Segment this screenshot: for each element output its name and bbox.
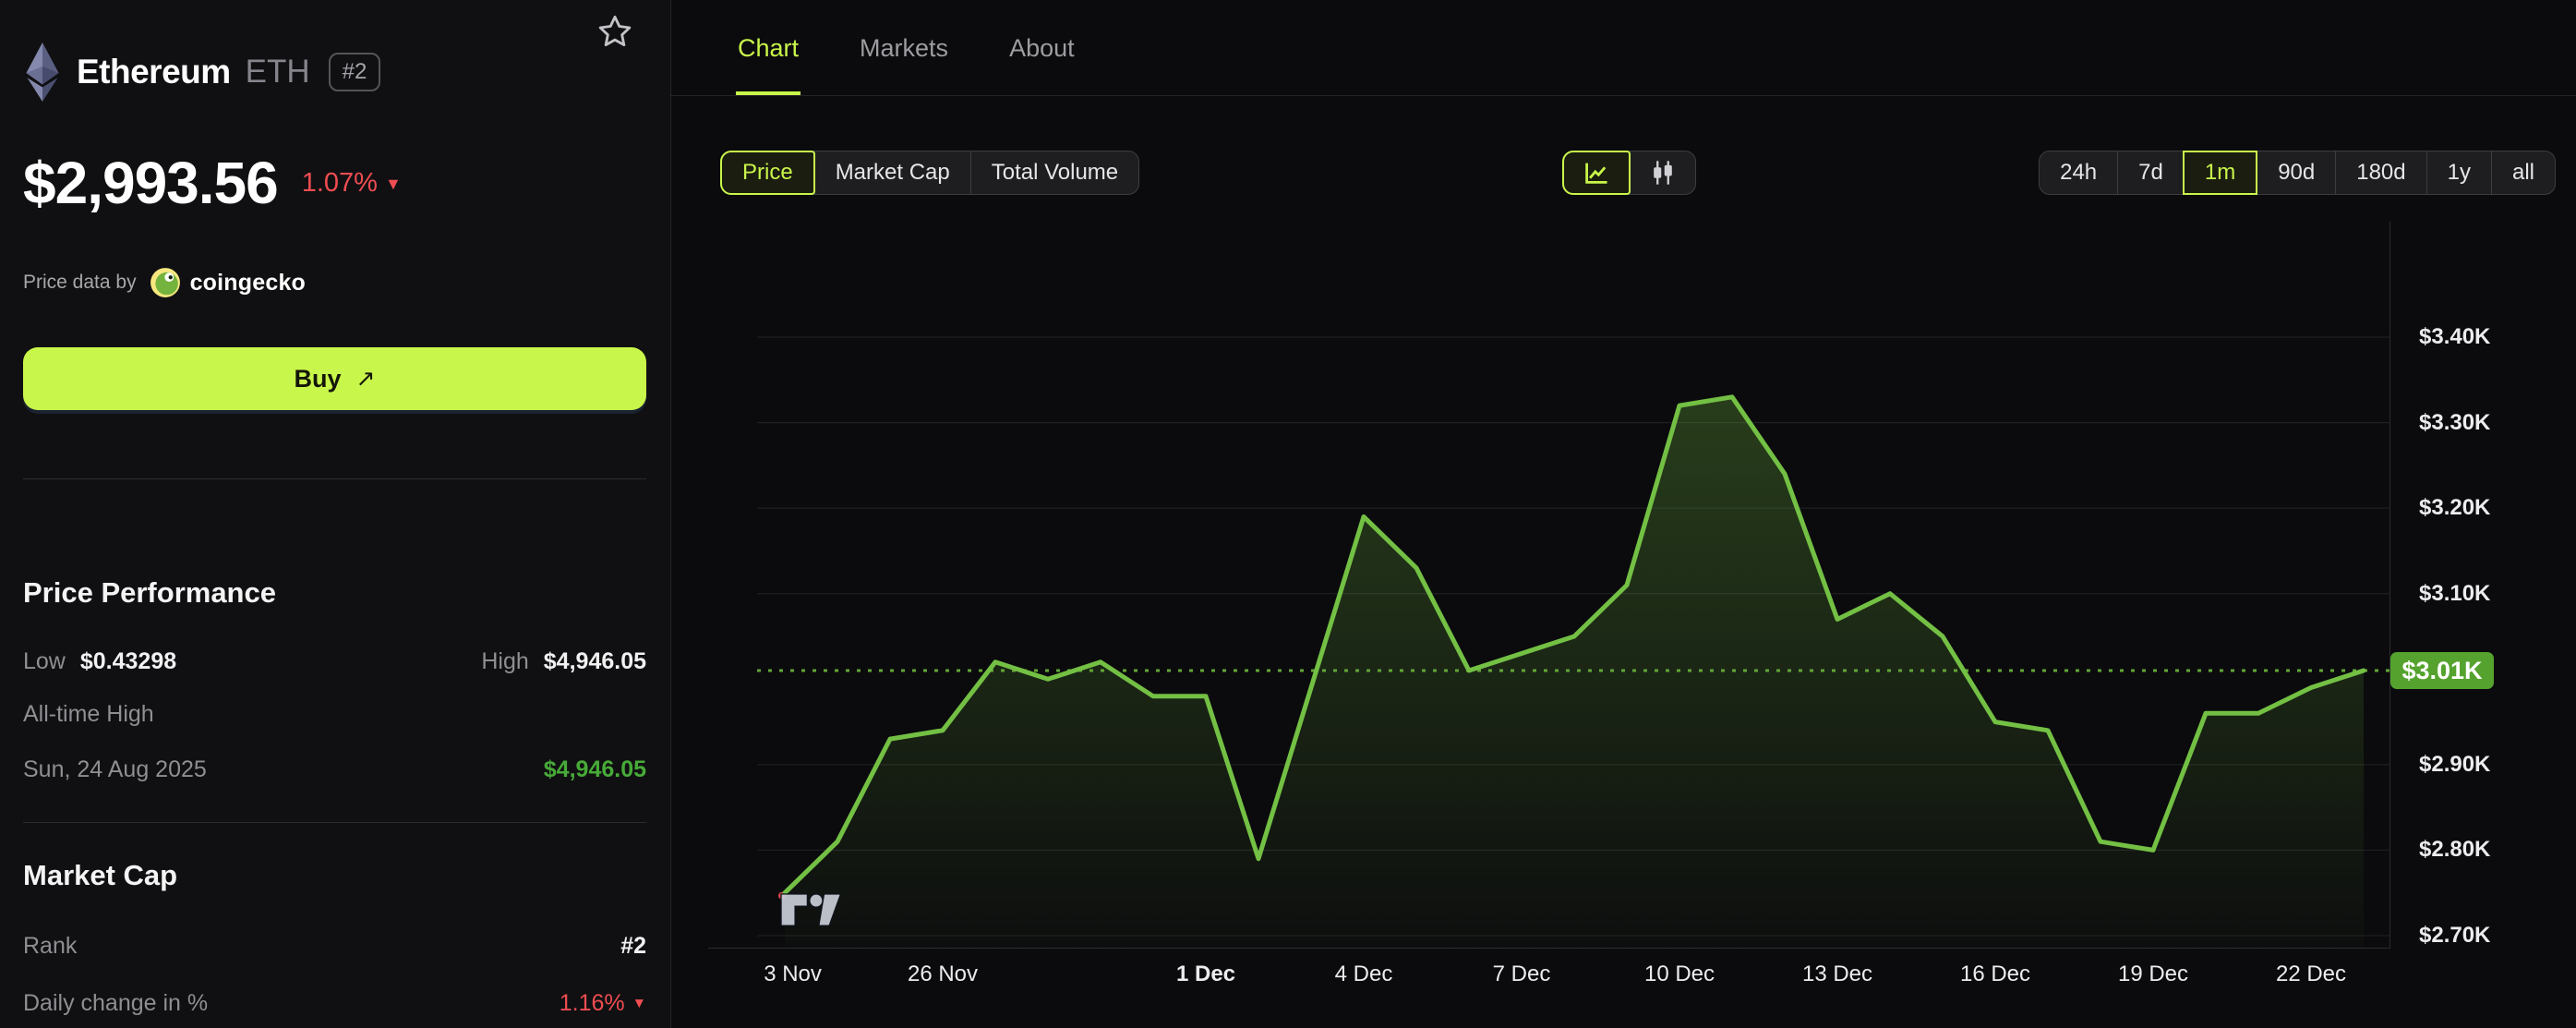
range-180d[interactable]: 180d <box>2335 151 2426 194</box>
low-value: $0.43298 <box>79 647 177 674</box>
range-7d[interactable]: 7d <box>2117 151 2184 194</box>
daily-change-value: 1.16% <box>559 989 625 1016</box>
coingecko-logo-icon <box>150 268 180 297</box>
buy-button-label: Buy <box>294 364 342 393</box>
coin-ticker: ETH <box>245 54 310 90</box>
range-90d[interactable]: 90d <box>2257 151 2335 194</box>
range-all[interactable]: all <box>2490 151 2555 194</box>
y-axis-label: $2.70K <box>2419 922 2491 948</box>
y-axis-label: $3.30K <box>2419 409 2491 435</box>
attribution-prefix: Price data by <box>23 272 137 293</box>
x-axis-label: 4 Dec <box>1334 961 1393 986</box>
daily-change-value-wrap: 1.16% ▼ <box>560 990 646 1017</box>
coin-summary-panel: Ethereum ETH #2 $2,993.56 1.07% ▼ Price … <box>0 0 671 1028</box>
tab-about[interactable]: About <box>1007 0 1077 96</box>
data-attribution: Price data by coingecko <box>23 265 646 300</box>
tab-markets[interactable]: Markets <box>858 0 950 96</box>
y-axis-label: $3.10K <box>2419 580 2491 606</box>
high-label: High <box>481 647 529 674</box>
x-axis-label: 22 Dec <box>2275 961 2347 986</box>
metric-market-cap[interactable]: Market Cap <box>813 151 970 194</box>
x-axis-label: 7 Dec <box>1492 961 1551 986</box>
coin-header: Ethereum ETH #2 <box>23 41 646 103</box>
price-change-percent: 1.07% <box>301 167 378 198</box>
line-chart-button[interactable] <box>1562 151 1631 195</box>
market-cap-title: Market Cap <box>23 859 178 891</box>
x-axis-label: 16 Dec <box>1959 961 2031 986</box>
low-label: Low <box>23 647 66 674</box>
candlestick-icon <box>1654 161 1672 185</box>
high-value: $4,946.05 <box>543 647 646 674</box>
x-axis-label: 19 Dec <box>2117 961 2189 986</box>
external-arrow-icon: ↗ <box>355 366 376 392</box>
x-axis-label: 13 Dec <box>1801 961 1873 986</box>
divider <box>23 822 646 823</box>
range-1y[interactable]: 1y <box>2426 151 2491 194</box>
price-row: $2,993.56 1.07% ▼ <box>23 146 646 220</box>
rank-label: Rank <box>23 932 78 959</box>
tab-chart[interactable]: Chart <box>736 0 801 96</box>
current-price-badge: $3.01K <box>2390 652 2494 690</box>
metric-total-volume[interactable]: Total Volume <box>969 151 1138 194</box>
chart-type-toggle-group <box>1562 151 1696 195</box>
ethereum-logo-icon <box>26 42 59 102</box>
x-axis-label: 26 Nov <box>907 961 979 986</box>
attribution-provider: coingecko <box>189 269 307 296</box>
down-triangle-icon: ▼ <box>632 996 646 1011</box>
down-triangle-icon: ▼ <box>384 174 402 193</box>
ath-value-row: Sun, 24 Aug 2025 $4,946.05 <box>23 753 646 786</box>
y-axis-label: $2.90K <box>2419 751 2491 777</box>
y-axis-label: $2.80K <box>2419 837 2491 863</box>
low-high-row: Low $0.43298 High $4,946.05 <box>23 645 646 678</box>
metric-price[interactable]: Price <box>720 151 815 195</box>
coin-name: Ethereum <box>77 53 231 91</box>
y-axis-label: $3.20K <box>2419 495 2491 521</box>
price-area-chart[interactable] <box>757 222 2390 949</box>
daily-change-row: Daily change in % 1.16% ▼ <box>23 986 646 1020</box>
ath-label-row: All-time High <box>23 697 646 731</box>
buy-button[interactable]: Buy ↗ <box>23 347 646 410</box>
range-1m[interactable]: 1m <box>2182 151 2258 195</box>
candlestick-chart-button[interactable] <box>1630 151 1695 194</box>
ath-value: $4,946.05 <box>543 756 646 782</box>
panel-tabs: Chart Markets About <box>736 0 1077 96</box>
metric-toggle-group: Price Market Cap Total Volume <box>720 151 1140 195</box>
tradingview-logo-icon[interactable] <box>780 892 850 929</box>
divider <box>23 478 646 479</box>
current-price: $2,993.56 <box>23 150 279 216</box>
rank-row: Rank #2 <box>23 929 646 962</box>
rank-badge: #2 <box>328 53 381 91</box>
favorite-star-icon[interactable] <box>596 13 633 50</box>
price-change: 1.07% ▼ <box>302 168 402 199</box>
x-axis-label: 3 Nov <box>764 961 822 986</box>
y-axis-label: $3.40K <box>2419 324 2491 349</box>
daily-change-label: Daily change in % <box>23 989 209 1016</box>
crypto-price-widget: Ethereum ETH #2 $2,993.56 1.07% ▼ Price … <box>0 0 2576 1028</box>
price-performance-title: Price Performance <box>23 576 276 609</box>
x-axis-label: 1 Dec <box>1175 961 1236 986</box>
ath-date: Sun, 24 Aug 2025 <box>23 756 207 782</box>
rank-value: #2 <box>620 932 646 959</box>
time-range-group: 24h 7d 1m 90d 180d 1y all <box>2039 151 2556 195</box>
ath-label: All-time High <box>23 700 154 727</box>
range-24h[interactable]: 24h <box>2040 151 2117 194</box>
tabs-border <box>671 95 2576 96</box>
line-chart-icon <box>1585 163 1607 184</box>
chart-panel: Chart Markets About Price Market Cap Total V… <box>671 0 2576 1028</box>
x-axis-label: 10 Dec <box>1643 961 1715 986</box>
